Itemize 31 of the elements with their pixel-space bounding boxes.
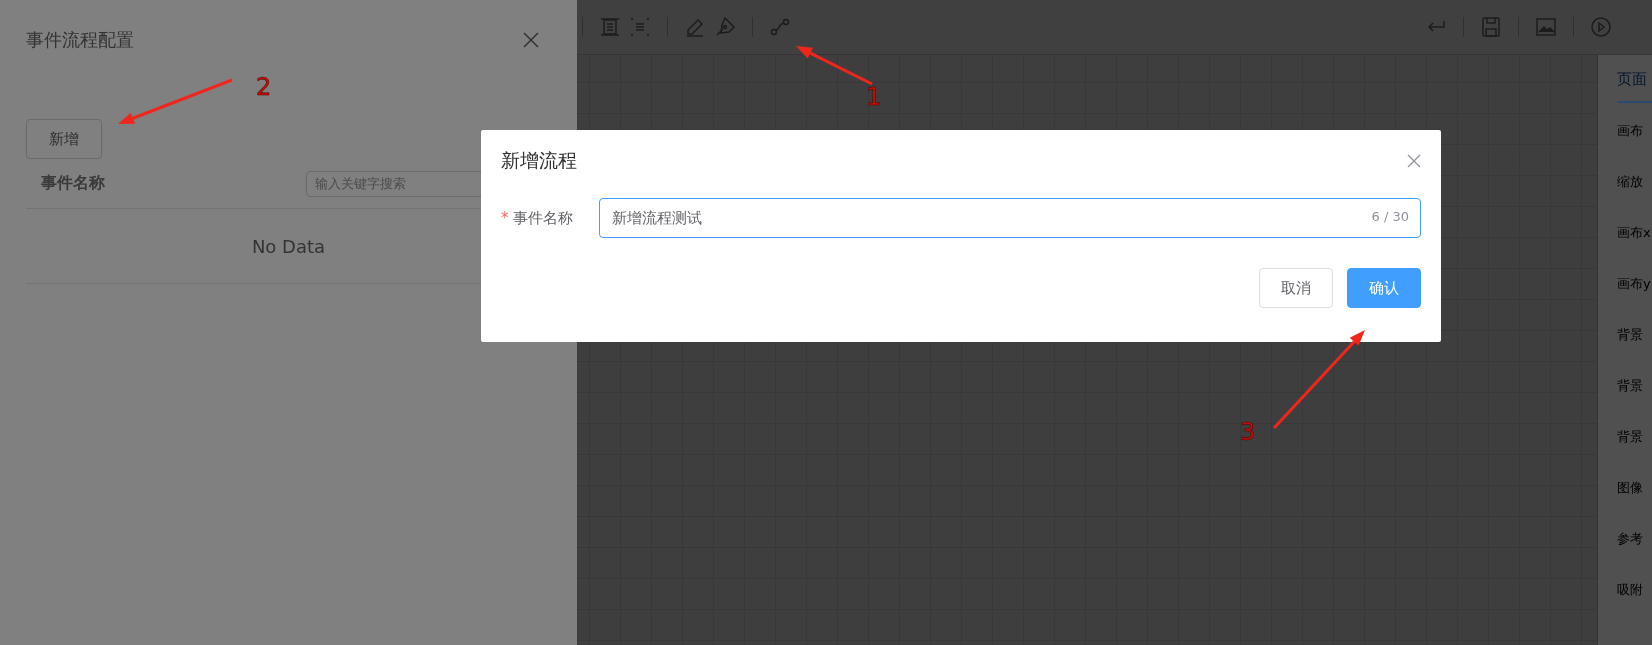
dialog-title: 新增流程 (501, 148, 577, 173)
align-vertical-icon[interactable] (598, 15, 622, 39)
drawer-title: 事件流程配置 (26, 28, 134, 52)
property-label: 缩放 (1617, 173, 1644, 191)
field-label: * 事件名称 (501, 208, 574, 228)
cancel-button[interactable]: 取消 (1259, 268, 1333, 308)
confirm-button[interactable]: 确认 (1347, 268, 1421, 308)
property-label: 画布x (1617, 224, 1652, 242)
property-label: 背景 (1617, 326, 1644, 344)
image-icon[interactable] (1534, 15, 1558, 39)
add-button[interactable]: 新增 (26, 119, 102, 159)
property-label: 背景 (1617, 377, 1644, 395)
annotation-number: 1 (866, 83, 882, 111)
close-icon[interactable] (1407, 154, 1421, 168)
property-label: 图像 (1617, 479, 1644, 497)
property-label: 背景 (1617, 428, 1644, 446)
character-counter: 6 / 30 (1371, 209, 1409, 224)
annotation-number: 2 (256, 73, 272, 101)
close-icon[interactable] (523, 32, 539, 48)
column-header: 事件名称 (41, 173, 106, 194)
property-label: 参考 (1617, 530, 1644, 548)
required-mark: * (501, 208, 509, 227)
play-icon[interactable] (1589, 15, 1613, 39)
annotation-number: 3 (1240, 418, 1256, 446)
panel-tab[interactable]: 页面 (1617, 55, 1652, 103)
property-label: 画布y (1617, 275, 1652, 293)
property-label: 画布 (1617, 122, 1644, 140)
align-center-icon[interactable] (628, 15, 652, 39)
property-label: 吸附 (1617, 581, 1644, 599)
empty-text: No Data (251, 235, 326, 257)
save-icon[interactable] (1479, 15, 1503, 39)
